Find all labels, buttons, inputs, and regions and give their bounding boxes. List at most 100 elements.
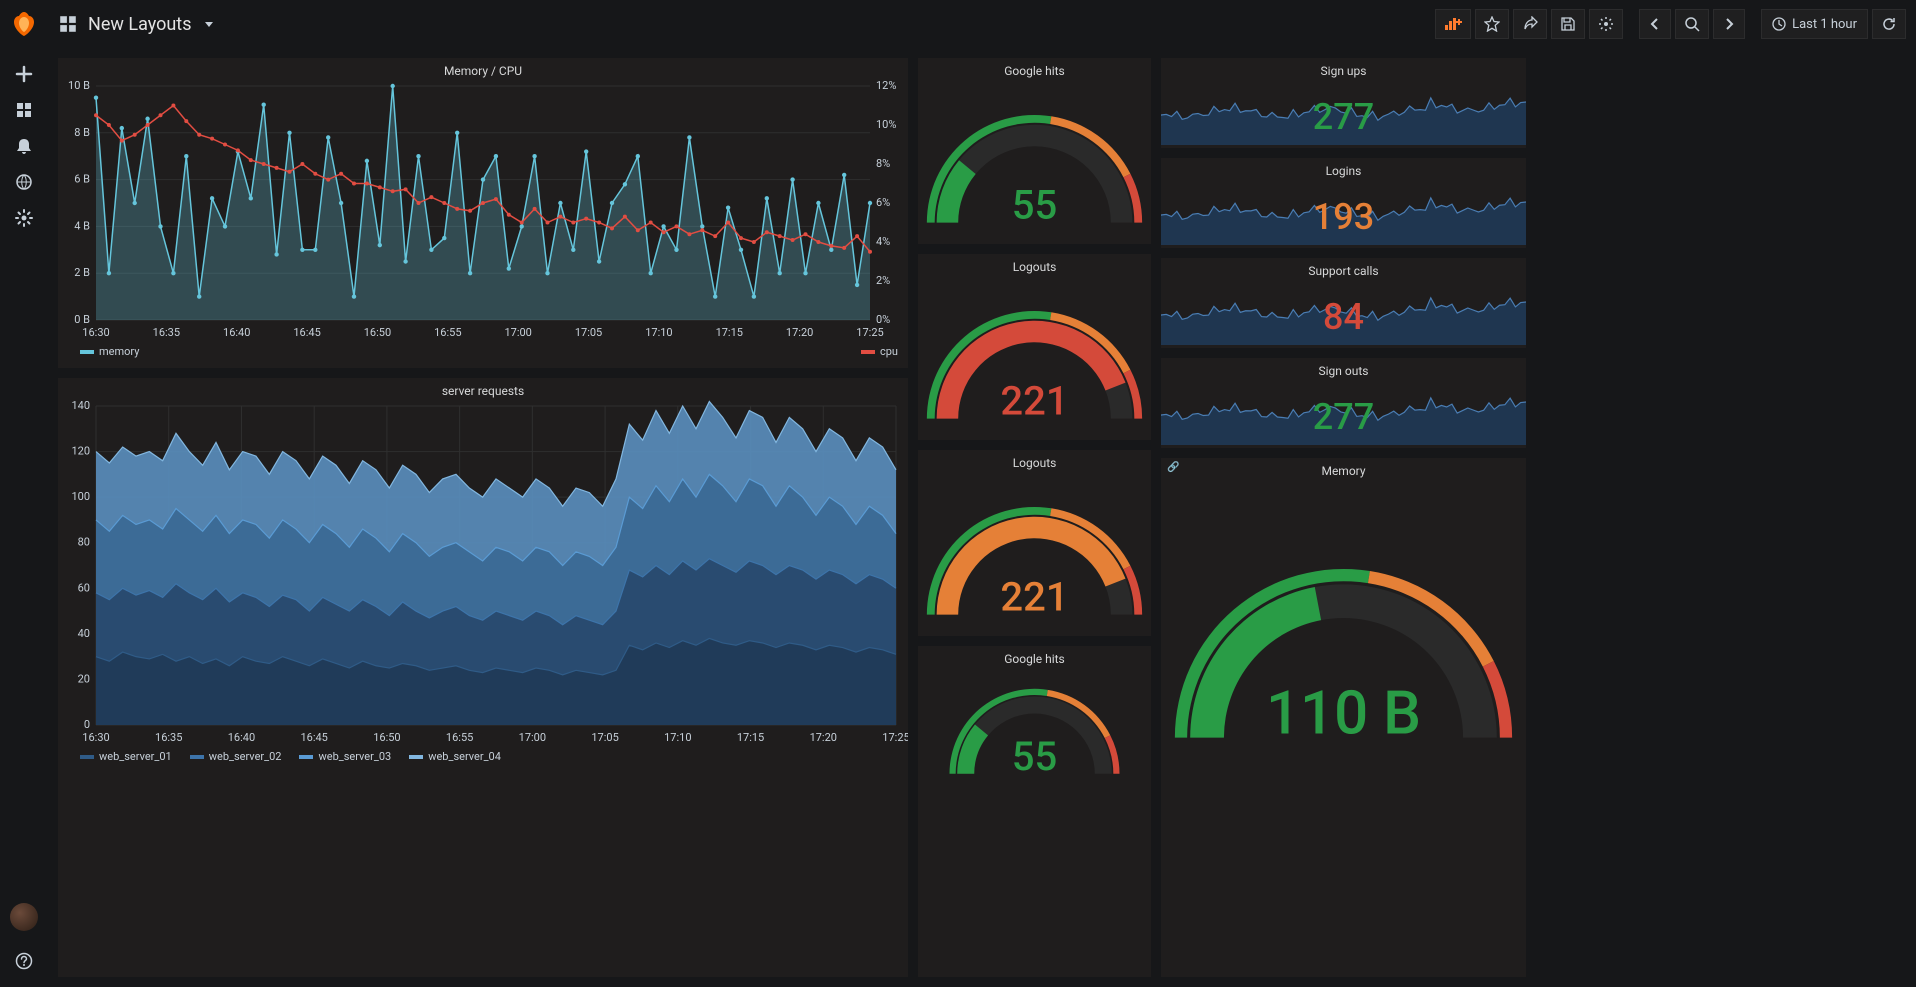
svg-text:17:10: 17:10 [664, 731, 691, 744]
add-panel-button[interactable] [1435, 9, 1471, 39]
legend-item-cpu[interactable]: cpu [861, 345, 898, 358]
panel-singlestat-signups[interactable]: Sign ups 277 [1161, 58, 1526, 148]
svg-text:221: 221 [1000, 574, 1068, 621]
svg-text:55: 55 [1012, 182, 1057, 229]
dashboard-title: New Layouts [88, 14, 191, 35]
svg-text:4 B: 4 B [74, 219, 90, 232]
stat-value: 193 [1161, 196, 1526, 238]
gauge-chart: 110 B [1161, 480, 1526, 760]
svg-text:80: 80 [78, 536, 90, 549]
svg-text:40: 40 [78, 627, 90, 640]
panel-title: Memory / CPU [58, 58, 908, 80]
svg-text:2 B: 2 B [74, 266, 90, 279]
svg-text:6%: 6% [876, 196, 890, 209]
panel-gauge-logouts[interactable]: Logouts 221 [918, 254, 1151, 440]
svg-text:8 B: 8 B [74, 126, 90, 139]
time-range-label: Last 1 hour [1792, 17, 1857, 32]
user-avatar[interactable] [10, 903, 38, 931]
clock-icon [1772, 17, 1786, 31]
panel-title: Logouts [918, 254, 1151, 276]
svg-text:16:50: 16:50 [364, 326, 391, 339]
legend-item[interactable]: web_server_02 [190, 750, 282, 763]
panel-memory-cpu[interactable]: Memory / CPU 0 B2 B4 B6 B8 B10 B0%2%4%6%… [58, 58, 908, 368]
svg-text:120: 120 [71, 445, 90, 458]
stat-value: 277 [1161, 396, 1526, 438]
chevron-down-icon [205, 22, 213, 27]
panel-gauge-logouts-2[interactable]: Logouts 221 [918, 450, 1151, 636]
legend-item[interactable]: web_server_03 [299, 750, 391, 763]
legend-item[interactable]: web_server_01 [80, 750, 172, 763]
panel-title: Sign outs [1161, 358, 1526, 380]
legend-item[interactable]: web_server_04 [409, 750, 501, 763]
gauge-chart: 55 [918, 668, 1151, 783]
share-button[interactable] [1513, 9, 1547, 39]
panel-singlestat-support[interactable]: Support calls 84 [1161, 258, 1526, 348]
panel-title: server requests [58, 378, 908, 400]
svg-text:8%: 8% [876, 157, 890, 170]
svg-text:6 B: 6 B [74, 173, 90, 186]
svg-text:100: 100 [71, 490, 90, 503]
legend-item-memory[interactable]: memory [80, 345, 139, 358]
svg-text:17:20: 17:20 [786, 326, 813, 339]
svg-text:16:30: 16:30 [82, 326, 109, 339]
help-icon[interactable] [0, 943, 48, 979]
panel-server-requests[interactable]: server requests 02040608010012014016:301… [58, 378, 908, 977]
gauge-chart: 55 [918, 80, 1151, 235]
save-button[interactable] [1551, 9, 1585, 39]
refresh-button[interactable] [1872, 9, 1906, 39]
dashboards-icon[interactable] [0, 92, 48, 128]
topbar: New Layouts Last 1 hour [48, 0, 1916, 48]
svg-text:17:25: 17:25 [856, 326, 883, 339]
panel-title: Google hits [918, 58, 1151, 80]
svg-text:4%: 4% [876, 235, 890, 248]
panel-title: Support calls [1161, 258, 1526, 280]
svg-text:140: 140 [71, 400, 90, 412]
panel-link-icon[interactable]: 🔗 [1167, 462, 1179, 473]
svg-text:110 B: 110 B [1266, 678, 1421, 749]
svg-text:10 B: 10 B [68, 80, 90, 92]
svg-text:16:40: 16:40 [228, 731, 255, 744]
svg-text:16:40: 16:40 [223, 326, 250, 339]
svg-text:16:50: 16:50 [373, 731, 400, 744]
svg-text:17:15: 17:15 [716, 326, 743, 339]
panel-gauge-google-hits-2[interactable]: Google hits 55 [918, 646, 1151, 977]
server-requests-chart: 02040608010012014016:3016:3516:4016:4516… [58, 400, 908, 745]
sidenav [0, 0, 48, 987]
svg-text:17:00: 17:00 [504, 326, 531, 339]
dashboard-title-area[interactable]: New Layouts [58, 14, 213, 35]
svg-text:221: 221 [1000, 378, 1068, 425]
stat-value: 84 [1161, 296, 1526, 338]
panel-gauge-memory[interactable]: 🔗 Memory 110 B [1161, 458, 1526, 977]
svg-text:10%: 10% [876, 118, 896, 131]
svg-text:17:05: 17:05 [575, 326, 602, 339]
svg-text:16:35: 16:35 [153, 326, 180, 339]
create-icon[interactable] [0, 56, 48, 92]
svg-text:16:45: 16:45 [300, 731, 327, 744]
svg-text:17:00: 17:00 [519, 731, 546, 744]
panel-singlestat-logins[interactable]: Logins 193 [1161, 158, 1526, 248]
panel-singlestat-signouts[interactable]: Sign outs 277 [1161, 358, 1526, 448]
grafana-logo[interactable] [8, 8, 40, 40]
alerting-icon[interactable] [0, 128, 48, 164]
configuration-icon[interactable] [0, 200, 48, 236]
svg-text:16:55: 16:55 [434, 326, 461, 339]
svg-text:55: 55 [1012, 733, 1057, 780]
svg-text:20: 20 [78, 672, 90, 685]
explore-icon[interactable] [0, 164, 48, 200]
zoom-out-button[interactable] [1675, 9, 1709, 39]
panel-gauge-google-hits[interactable]: Google hits 55 [918, 58, 1151, 244]
time-range-button[interactable]: Last 1 hour [1761, 9, 1868, 39]
svg-text:16:45: 16:45 [293, 326, 320, 339]
svg-text:2%: 2% [876, 274, 890, 287]
settings-button[interactable] [1589, 9, 1623, 39]
star-button[interactable] [1475, 9, 1509, 39]
svg-text:0: 0 [84, 718, 90, 731]
svg-text:16:30: 16:30 [82, 731, 109, 744]
memory-cpu-chart: 0 B2 B4 B6 B8 B10 B0%2%4%6%8%10%12%16:30… [58, 80, 908, 340]
dashboard-grid-icon [58, 14, 78, 34]
panel-title: Sign ups [1161, 58, 1526, 80]
time-back-button[interactable] [1639, 9, 1671, 39]
time-forward-button[interactable] [1713, 9, 1745, 39]
svg-text:16:55: 16:55 [446, 731, 473, 744]
panel-title: Logins [1161, 158, 1526, 180]
